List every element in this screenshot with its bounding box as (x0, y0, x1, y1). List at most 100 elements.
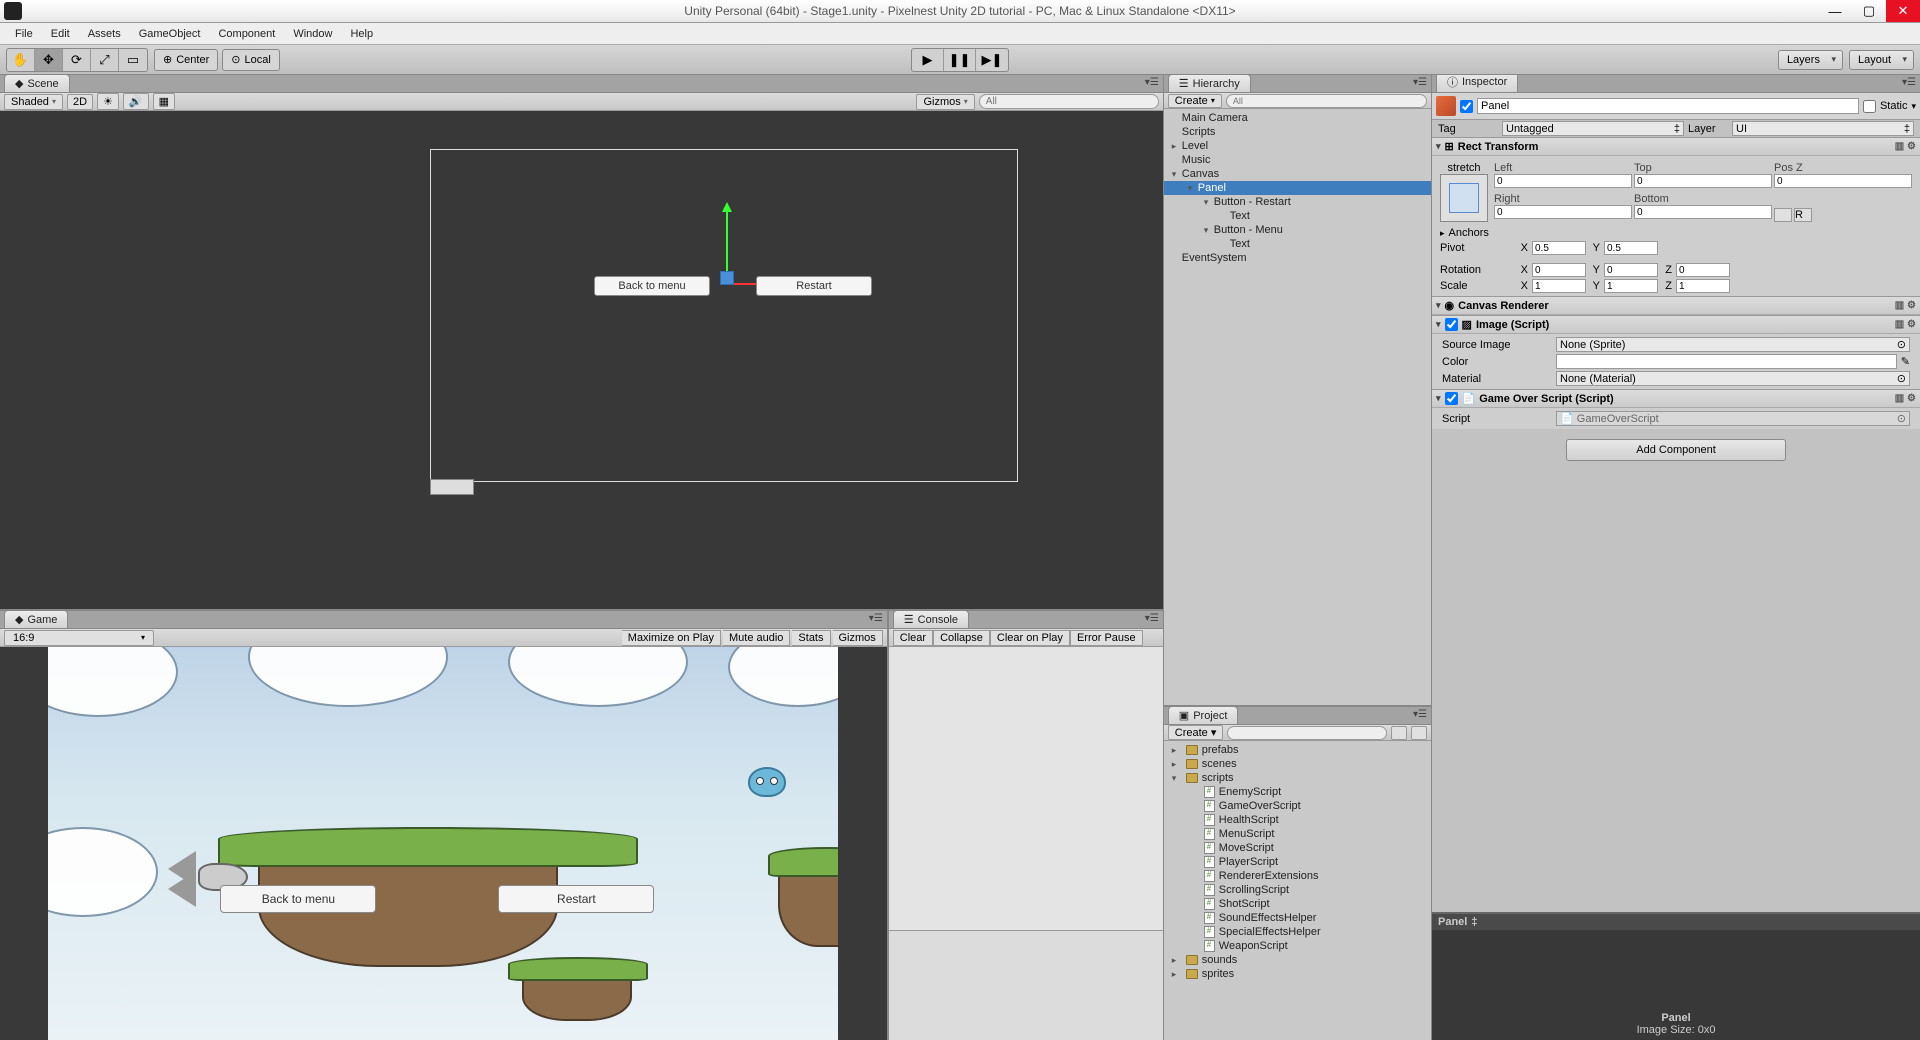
move-gizmo-center-icon[interactable] (720, 271, 734, 285)
pivot-local-button[interactable]: ⊙ Local (222, 49, 280, 71)
hierarchy-tree[interactable]: Main CameraScripts▸LevelMusic▾Canvas▾Pan… (1164, 109, 1431, 705)
maximize-button[interactable]: ▢ (1852, 0, 1886, 22)
layout-dropdown[interactable]: Layout (1849, 50, 1914, 70)
hierarchy-item[interactable]: ▾Panel (1164, 181, 1431, 195)
game-mute-toggle[interactable]: Mute audio (723, 630, 790, 646)
game-stats-toggle[interactable]: Stats (792, 630, 830, 646)
rot-x-input[interactable] (1532, 263, 1586, 277)
game-back-button[interactable]: Back to menu (220, 885, 376, 913)
project-create-dropdown[interactable]: Create▾ (1168, 725, 1224, 740)
tag-dropdown[interactable]: Untagged‡ (1502, 121, 1684, 136)
hierarchy-item[interactable]: ▾Button - Menu (1164, 223, 1431, 237)
hierarchy-item[interactable]: ▾Button - Restart (1164, 195, 1431, 209)
step-button[interactable]: ▶❚ (976, 49, 1008, 71)
hierarchy-item[interactable]: Scripts (1164, 125, 1431, 139)
tab-scene[interactable]: ◆ Scene (4, 74, 70, 92)
project-folder[interactable]: ▸scenes (1164, 757, 1431, 771)
static-checkbox[interactable] (1863, 100, 1876, 113)
eyedropper-icon[interactable]: ✎ (1901, 355, 1910, 368)
tab-game[interactable]: ◆ Game (4, 610, 68, 628)
project-script[interactable]: MenuScript (1164, 827, 1431, 841)
console-errorpause-button[interactable]: Error Pause (1070, 630, 1143, 646)
layer-dropdown[interactable]: UI‡ (1732, 121, 1914, 136)
pivot-x-input[interactable] (1532, 241, 1586, 255)
tab-inspector[interactable]: ⓘ Inspector (1436, 75, 1518, 92)
menu-edit[interactable]: Edit (42, 25, 79, 43)
hierarchy-item[interactable]: Main Camera (1164, 111, 1431, 125)
project-script[interactable]: MoveScript (1164, 841, 1431, 855)
tab-project[interactable]: ▣ Project (1168, 706, 1239, 724)
menu-gameobject[interactable]: GameObject (130, 25, 210, 43)
tab-console[interactable]: ☰ Console (893, 610, 969, 628)
tab-hierarchy[interactable]: ☰ Hierarchy (1168, 74, 1251, 92)
gameover-script-field[interactable]: 📄 GameOverScript⊙ (1556, 411, 1910, 426)
minimize-button[interactable]: — (1818, 0, 1852, 22)
scene-2d-toggle[interactable]: 2D (67, 94, 93, 110)
hierarchy-item[interactable]: ▾Canvas (1164, 167, 1431, 181)
console-clearonplay-button[interactable]: Clear on Play (990, 630, 1070, 646)
console-collapse-button[interactable]: Collapse (933, 630, 990, 646)
rot-z-input[interactable] (1676, 263, 1730, 277)
project-folder[interactable]: ▸sounds (1164, 953, 1431, 967)
hierarchy-panel-menu-icon[interactable]: ▾☰ (1413, 77, 1427, 88)
scene-back-button[interactable]: Back to menu (594, 276, 710, 296)
game-aspect-dropdown[interactable]: 16:9 (4, 630, 154, 646)
image-material-field[interactable]: None (Material)⊙ (1556, 371, 1910, 386)
hierarchy-item[interactable]: Text (1164, 209, 1431, 223)
project-script[interactable]: SpecialEffectsHelper (1164, 925, 1431, 939)
image-source-field[interactable]: None (Sprite)⊙ (1556, 337, 1910, 352)
scale-y-input[interactable] (1604, 279, 1658, 293)
canvas-renderer-header[interactable]: ▾◉ Canvas Renderer▥ ⚙ (1432, 297, 1920, 315)
rt-left-input[interactable] (1494, 174, 1632, 188)
project-filter-icon[interactable] (1391, 726, 1407, 740)
menu-component[interactable]: Component (209, 25, 284, 43)
hierarchy-search-input[interactable] (1226, 94, 1427, 108)
rotate-tool-button[interactable]: ⟳ (63, 49, 91, 71)
project-script[interactable]: SoundEffectsHelper (1164, 911, 1431, 925)
project-script[interactable]: HealthScript (1164, 813, 1431, 827)
console-messages[interactable] (889, 647, 1163, 930)
scene-search-input[interactable] (979, 94, 1159, 109)
gameobject-active-checkbox[interactable] (1460, 100, 1473, 113)
project-tree[interactable]: ▸prefabs▸scenes▾scriptsEnemyScriptGameOv… (1164, 741, 1431, 1040)
project-panel-menu-icon[interactable]: ▾☰ (1413, 709, 1427, 720)
project-script[interactable]: EnemyScript (1164, 785, 1431, 799)
menu-assets[interactable]: Assets (79, 25, 130, 43)
project-star-icon[interactable] (1411, 726, 1427, 740)
project-script[interactable]: WeaponScript (1164, 939, 1431, 953)
menu-window[interactable]: Window (284, 25, 341, 43)
pivot-center-button[interactable]: ⊕ Center (154, 49, 218, 71)
image-color-field[interactable] (1556, 354, 1897, 369)
play-button[interactable]: ▶ (912, 49, 944, 71)
project-folder[interactable]: ▸prefabs (1164, 743, 1431, 757)
hierarchy-item[interactable]: ▸Level (1164, 139, 1431, 153)
hierarchy-item[interactable]: Music (1164, 153, 1431, 167)
rect-tool-button[interactable]: ▭ (119, 49, 147, 71)
scene-fx-toggle[interactable]: ▦ (153, 93, 175, 110)
hand-tool-button[interactable]: ✋ (7, 49, 35, 71)
preview-header[interactable]: Panel‡ (1432, 914, 1920, 930)
project-script[interactable]: RendererExtensions (1164, 869, 1431, 883)
project-search-input[interactable] (1227, 726, 1387, 740)
game-panel-menu-icon[interactable]: ▾☰ (869, 613, 883, 624)
rect-transform-header[interactable]: ▾⊞ Rect Transform▥ ⚙ (1432, 138, 1920, 156)
project-folder[interactable]: ▸sprites (1164, 967, 1431, 981)
console-clear-button[interactable]: Clear (893, 630, 933, 646)
project-script[interactable]: ScrollingScript (1164, 883, 1431, 897)
rt-right-input[interactable] (1494, 205, 1632, 219)
scene-light-toggle[interactable]: ☀ (97, 93, 119, 110)
blueprint-mode-button[interactable] (1774, 208, 1792, 222)
rt-bottom-input[interactable] (1634, 205, 1772, 219)
project-folder[interactable]: ▾scripts (1164, 771, 1431, 785)
pivot-y-input[interactable] (1604, 241, 1658, 255)
rot-y-input[interactable] (1604, 263, 1658, 277)
move-tool-button[interactable]: ✥ (35, 49, 63, 71)
menu-file[interactable]: File (6, 25, 42, 43)
inspector-panel-menu-icon[interactable]: ▾☰ (1902, 77, 1916, 88)
pause-button[interactable]: ❚❚ (944, 49, 976, 71)
hierarchy-item[interactable]: EventSystem (1164, 251, 1431, 265)
game-maximize-toggle[interactable]: Maximize on Play (622, 630, 721, 646)
anchors-foldout[interactable]: Anchors (1449, 227, 1523, 239)
gameover-header[interactable]: ▾📄 Game Over Script (Script)▥ ⚙ (1432, 390, 1920, 408)
raw-edit-button[interactable]: R (1794, 208, 1812, 222)
